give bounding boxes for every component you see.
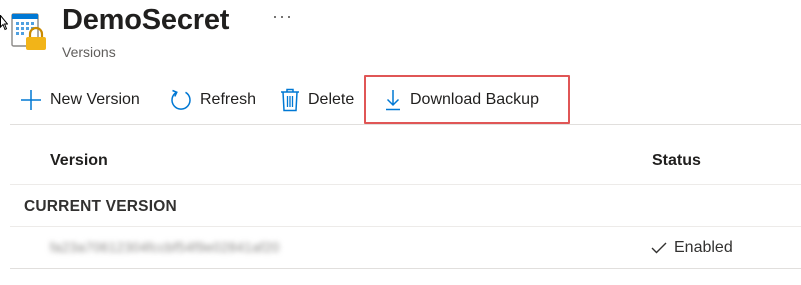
column-header-status[interactable]: Status <box>652 152 701 170</box>
key-vault-secret-icon <box>11 13 46 50</box>
mouse-cursor-icon <box>0 15 8 31</box>
version-id-link[interactable]: fa23a70612304fccbf54f9e02841af20 <box>50 240 280 255</box>
divider <box>10 226 801 227</box>
new-version-button[interactable]: New Version <box>20 82 140 118</box>
refresh-button[interactable]: Refresh <box>170 82 256 118</box>
checkmark-icon <box>651 242 667 254</box>
highlight-box <box>364 75 570 124</box>
refresh-icon <box>171 89 191 110</box>
status-cell: Enabled <box>651 239 733 257</box>
group-header-current-version: CURRENT VERSION <box>24 198 177 215</box>
column-header-version[interactable]: Version <box>50 152 108 170</box>
refresh-label: Refresh <box>200 91 257 108</box>
trash-icon <box>281 88 299 112</box>
divider <box>10 184 801 185</box>
plus-icon <box>21 90 41 110</box>
delete-label: Delete <box>308 91 355 108</box>
status-text: Enabled <box>674 239 733 256</box>
divider <box>10 124 801 125</box>
new-version-label: New Version <box>50 91 140 108</box>
delete-button[interactable]: Delete <box>280 82 354 118</box>
divider <box>10 268 801 269</box>
page-subtitle: Versions <box>62 44 116 60</box>
more-options-button[interactable]: ··· <box>272 6 293 27</box>
page-title: DemoSecret <box>62 4 230 36</box>
